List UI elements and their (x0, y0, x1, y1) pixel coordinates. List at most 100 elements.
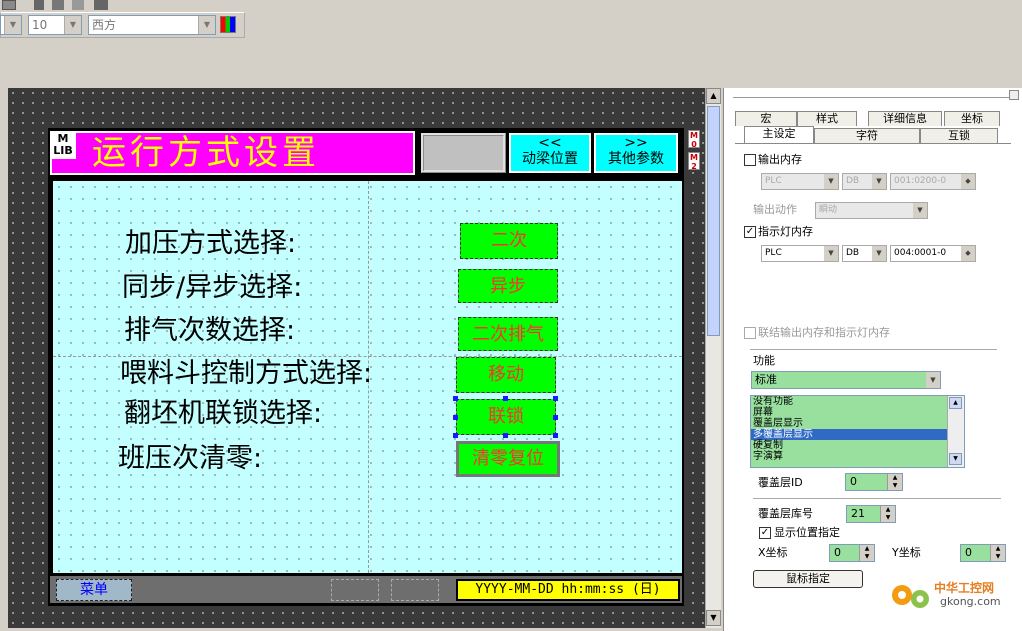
x-coord-field[interactable]: 0 ▲ ▼ (829, 544, 875, 562)
spin-icon: ◆ (961, 246, 975, 261)
list-item[interactable]: 没有功能 (751, 396, 964, 407)
spin-icon[interactable]: ▲ ▼ (887, 474, 902, 490)
row-label-exhaust-count: 排气次数选择: (124, 315, 296, 346)
toolbar-icons-row (0, 0, 120, 12)
chevron-down-icon: ▼ (913, 203, 927, 218)
scroll-down-icon[interactable]: ▼ (949, 453, 962, 465)
function-list[interactable]: 没有功能 屏幕 覆盖层显示 多覆盖层显示 硬复制 字演算 ▲ ▼ (750, 395, 965, 468)
toolbar-icon-1[interactable] (2, 0, 16, 10)
y-coord-field[interactable]: 0 ▲ ▼ (960, 544, 1006, 562)
indicator-memory-checkbox[interactable]: ✓ (744, 226, 756, 238)
hmi-prev-button[interactable]: << 动梁位置 (509, 133, 591, 173)
shift-reset-button[interactable]: 清零复位 (456, 441, 560, 477)
hopper-control-button[interactable]: 移动 (456, 357, 556, 393)
prev-arrows: << (538, 135, 562, 151)
list-item[interactable]: 覆盖层显示 (751, 418, 964, 429)
pressure-mode-button[interactable]: 二次 (460, 223, 558, 259)
show-position-label: 显示位置指定 (774, 526, 840, 539)
prev-label: 动梁位置 (522, 151, 578, 167)
output-memory-address-field[interactable]: 001:0200-0 ◆ (890, 173, 976, 190)
function-select[interactable]: 标准 ▼ (751, 371, 941, 389)
flipper-interlock-button[interactable]: 联锁 (456, 399, 556, 435)
hmi-blank-button[interactable] (421, 133, 506, 173)
overlay-lib-label: 覆盖层库号 (758, 507, 813, 520)
output-memory-device-select[interactable]: PLC ▼ (761, 173, 839, 190)
selection-handle[interactable] (553, 433, 558, 438)
tab-interlock[interactable]: 互锁 (920, 128, 998, 143)
tab-coords[interactable]: 坐标 (944, 111, 1000, 126)
tab-macro[interactable]: 宏 (735, 111, 797, 126)
spin-icon: ◆ (961, 174, 975, 189)
panel-close-icon[interactable] (1009, 90, 1019, 100)
toolbar-icon-3[interactable] (52, 0, 64, 10)
selection-handle[interactable] (453, 415, 458, 420)
separator-line (750, 349, 997, 350)
font-size-value: 10 (32, 18, 48, 32)
canvas-vertical-scrollbar[interactable]: ▲ ▼ (705, 88, 721, 628)
list-item-selected[interactable]: 多覆盖层显示 (751, 429, 949, 440)
output-memory-type-select[interactable]: DB ▼ (842, 173, 887, 190)
font-name-combo[interactable]: 西方 ▼ (88, 15, 216, 35)
overlay-id-field[interactable]: 0 ▲ ▼ (845, 473, 903, 491)
row-label-hopper-control: 喂料斗控制方式选择: (120, 358, 373, 389)
chevron-down-icon: ▼ (824, 174, 838, 189)
overlay-lib-field[interactable]: 21 ▲ ▼ (846, 505, 896, 523)
font-size-combo[interactable]: 10 ▼ (28, 15, 82, 35)
toolbar-icon-5[interactable] (94, 0, 108, 10)
selection-handle[interactable] (503, 396, 508, 401)
chevron-down-icon: ▼ (872, 246, 886, 261)
mouse-specify-button[interactable]: 鼠标指定 (753, 570, 863, 588)
tab-characters[interactable]: 字符 (814, 128, 920, 143)
link-memory-checkbox[interactable] (744, 327, 756, 339)
overlay-marker-m2[interactable]: M 2 (688, 152, 700, 171)
toolbar-icon-4[interactable] (72, 0, 84, 10)
hmi-menu-button[interactable]: 菜单 (56, 579, 132, 601)
chevron-down-icon: ▼ (872, 174, 886, 189)
placeholder-box-1[interactable] (331, 579, 379, 601)
hmi-next-button[interactable]: >> 其他参数 (594, 133, 678, 173)
output-memory-checkbox[interactable] (744, 154, 756, 166)
chevron-down-icon: ▼ (64, 16, 81, 34)
tab-detail[interactable]: 详细信息 (868, 111, 942, 126)
row-label-shift-reset: 班压次清零: (118, 443, 263, 474)
overlay-marker-m1[interactable]: M 0 (688, 130, 700, 149)
selection-handle[interactable] (553, 415, 558, 420)
hmi-title: 运行方式设置 (92, 133, 320, 173)
indicator-device-select[interactable]: PLC ▼ (761, 245, 839, 262)
row-label-sync-mode: 同步/异步选择: (122, 272, 303, 303)
list-item[interactable]: 字演算 (751, 451, 964, 462)
placeholder-box-2[interactable] (391, 579, 439, 601)
spin-icon[interactable]: ▲ ▼ (990, 545, 1005, 561)
color-picker-icon[interactable] (220, 16, 236, 33)
scroll-thumb[interactable] (707, 106, 720, 336)
toolbar-prev-combo[interactable]: ▼ (0, 15, 22, 35)
sync-mode-button[interactable]: 异步 (458, 269, 558, 303)
spin-icon[interactable]: ▲ ▼ (859, 545, 874, 561)
selection-handle[interactable] (553, 396, 558, 401)
indicator-type-select[interactable]: DB ▼ (842, 245, 887, 262)
selection-handle[interactable] (503, 433, 508, 438)
function-label: 功能 (753, 354, 775, 367)
tab-main-settings[interactable]: 主设定 (744, 126, 814, 143)
list-item[interactable]: 硬复制 (751, 440, 964, 451)
indicator-address-field[interactable]: 004:0001-0 ◆ (890, 245, 976, 262)
spin-icon[interactable]: ▲ ▼ (880, 506, 895, 522)
scroll-down-icon[interactable]: ▼ (706, 610, 721, 626)
tab-content-border (735, 143, 1011, 144)
exhaust-count-button[interactable]: 二次排气 (458, 317, 558, 351)
selection-handle[interactable] (453, 396, 458, 401)
output-action-select[interactable]: 瞬动 ▼ (815, 202, 928, 219)
toolbar-icon-2[interactable] (34, 0, 44, 10)
link-memory-label: 联结输出内存和指示灯内存 (758, 326, 890, 339)
watermark-title: 中华工控网 (934, 581, 995, 595)
tab-style[interactable]: 样式 (797, 111, 857, 126)
y-coord-label: Y坐标 (892, 546, 921, 559)
scroll-up-icon[interactable]: ▲ (949, 397, 962, 409)
chevron-down-icon: ▼ (926, 372, 940, 388)
font-name-value: 西方 (92, 18, 117, 32)
show-position-checkbox[interactable]: ✓ (759, 527, 771, 539)
function-list-scrollbar[interactable]: ▲ ▼ (947, 396, 964, 467)
selection-handle[interactable] (453, 433, 458, 438)
scroll-up-icon[interactable]: ▲ (706, 88, 721, 104)
list-item[interactable]: 屏幕 (751, 407, 964, 418)
